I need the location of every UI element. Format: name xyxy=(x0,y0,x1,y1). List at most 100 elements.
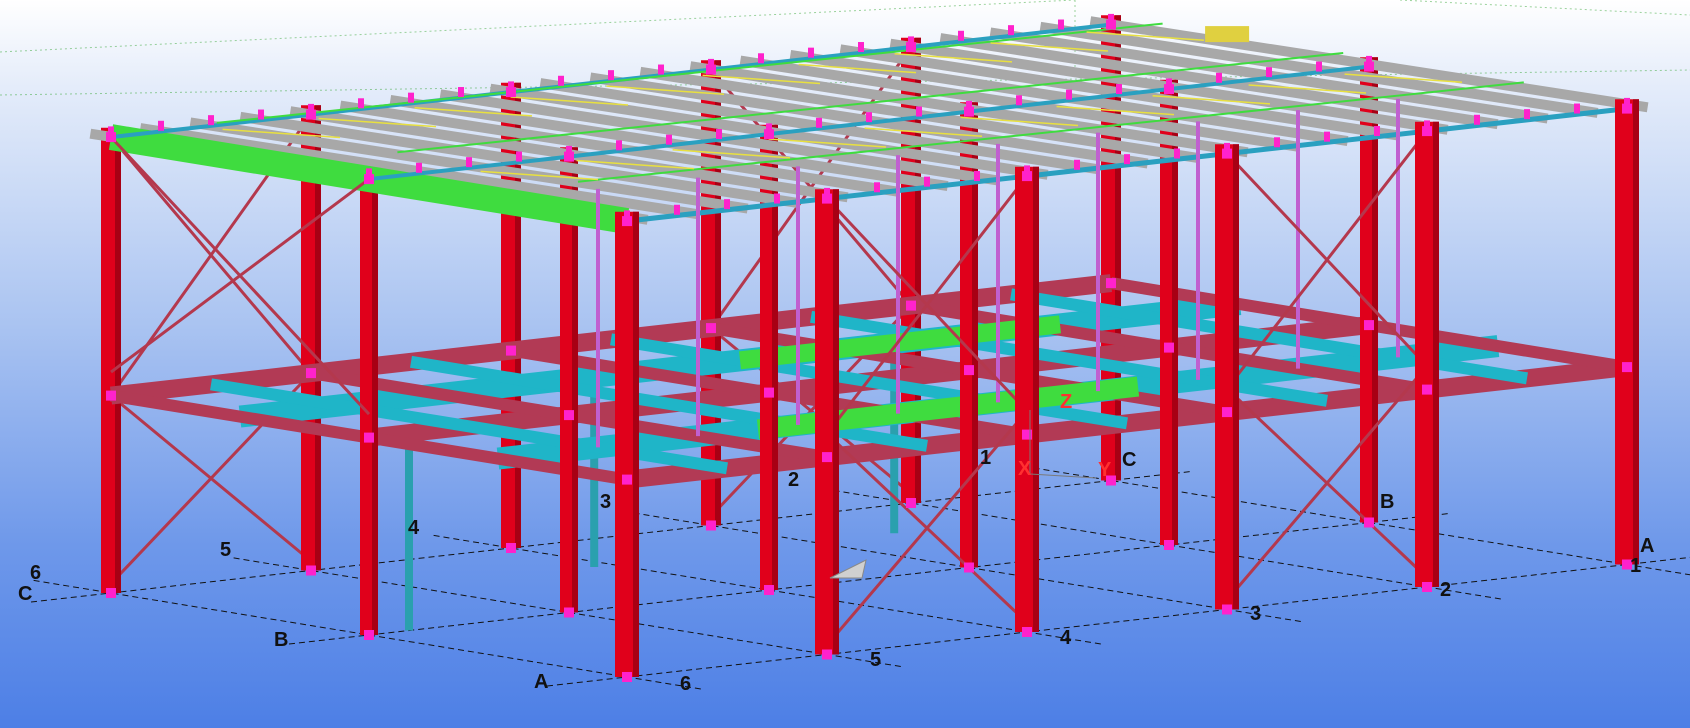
connection-plate xyxy=(106,588,116,598)
connection-plate xyxy=(1266,67,1272,78)
connection-plate xyxy=(1164,342,1174,353)
connection-plate xyxy=(1016,95,1022,106)
axis-label-z: Z xyxy=(1060,391,1072,413)
connection-plate xyxy=(516,151,522,162)
connection-plate xyxy=(158,120,164,131)
connection-plate xyxy=(1222,604,1232,615)
connection-plate xyxy=(706,323,716,334)
connection-plate xyxy=(758,53,764,64)
column-flange xyxy=(633,211,639,677)
connection-plate xyxy=(1216,72,1222,83)
connection-plate xyxy=(1324,131,1330,142)
connection-plate xyxy=(306,368,316,379)
connection-plate xyxy=(1024,165,1030,176)
brace xyxy=(1225,387,1429,579)
connection-plate xyxy=(674,204,680,215)
structural-3d-model[interactable]: C B A 6 5 4 3 2 1 C B A 6 5 4 3 2 1 X Y xyxy=(0,0,1690,728)
connection-plate xyxy=(666,134,672,145)
grid-label-col-3: 3 xyxy=(600,491,611,513)
connection-plate xyxy=(564,410,574,421)
connection-plate xyxy=(564,607,574,618)
connection-plate xyxy=(1364,320,1374,331)
connection-plate xyxy=(608,70,614,81)
connection-plate xyxy=(416,162,422,173)
connection-plate xyxy=(658,64,664,75)
column-flange xyxy=(1433,121,1439,587)
column-flange xyxy=(115,127,121,593)
brace xyxy=(825,432,1029,624)
grid-label-far-col-3: 3 xyxy=(1250,603,1261,625)
connection-plate xyxy=(808,47,814,58)
connection-plate xyxy=(566,145,572,156)
connection-plate xyxy=(708,58,714,69)
connection-plate xyxy=(724,199,730,210)
axis-label-x: X xyxy=(1018,458,1032,480)
grid-label-far-row-b: B xyxy=(1380,491,1394,513)
column-flange xyxy=(372,169,378,635)
connection-plate xyxy=(1364,517,1374,528)
connection-plate xyxy=(364,432,374,443)
grid-label-col-2: 2 xyxy=(788,469,799,491)
grid-label-row-b: B xyxy=(274,629,288,651)
connection-plate xyxy=(1524,109,1530,120)
connection-plate xyxy=(1474,114,1480,125)
connection-plate xyxy=(1222,407,1232,418)
connection-plate xyxy=(858,42,864,53)
connection-plate xyxy=(716,129,722,140)
grid-label-far-col-5: 5 xyxy=(870,649,881,671)
connection-plate xyxy=(364,630,374,640)
connection-plate xyxy=(624,210,630,221)
connection-plate xyxy=(1424,120,1430,131)
connection-plate xyxy=(1174,148,1180,159)
connection-plate xyxy=(408,92,414,103)
column-flange xyxy=(1233,144,1239,610)
grid-label-far-col-1: 1 xyxy=(1630,555,1641,577)
column-flange xyxy=(1633,99,1639,565)
connection-plate xyxy=(508,81,514,92)
connection-plate xyxy=(358,98,364,109)
connection-plate xyxy=(1022,627,1032,637)
connection-plate xyxy=(506,543,516,553)
connection-plate xyxy=(964,562,974,573)
connection-plate xyxy=(1124,154,1130,165)
grid-label-far-row-c: C xyxy=(1122,449,1136,471)
connection-plate xyxy=(1108,13,1114,24)
connection-plate xyxy=(1422,582,1432,592)
connection-plate xyxy=(558,75,564,86)
grid-label-col-5: 5 xyxy=(220,539,231,561)
connection-plate xyxy=(306,565,316,576)
connection-plate xyxy=(908,36,914,47)
axis-label-y: Y xyxy=(1098,459,1112,481)
grid-label-far-col-6: 6 xyxy=(680,673,691,695)
connection-plate xyxy=(906,300,916,311)
connection-plate xyxy=(774,193,780,204)
column-flange xyxy=(833,189,839,655)
connection-plate xyxy=(466,157,472,168)
connection-plate xyxy=(108,126,114,137)
connection-plate xyxy=(458,87,464,98)
connection-plate xyxy=(1274,137,1280,148)
connection-plate xyxy=(1624,97,1630,108)
connection-plate xyxy=(706,520,716,531)
connection-plate xyxy=(906,498,916,508)
grid-label-col-6: 6 xyxy=(30,562,41,584)
connection-plate xyxy=(1622,362,1632,373)
connection-plate xyxy=(822,452,832,463)
connection-plate xyxy=(1164,540,1174,550)
connection-plate xyxy=(866,112,872,123)
connection-plate xyxy=(208,115,214,126)
connection-plate xyxy=(764,585,774,595)
connection-plate xyxy=(1366,55,1372,66)
connection-plate xyxy=(616,140,622,151)
connection-plate xyxy=(1316,61,1322,72)
connection-plate xyxy=(1116,84,1122,95)
connection-plate xyxy=(874,182,880,193)
grid-line-row xyxy=(288,513,1450,645)
roof-plate xyxy=(1205,26,1250,43)
connection-plate xyxy=(622,474,632,485)
connection-plate xyxy=(1422,384,1432,395)
connection-plate xyxy=(964,365,974,376)
connection-plate xyxy=(916,106,922,117)
connection-plate xyxy=(1224,142,1230,153)
model-viewport[interactable]: C B A 6 5 4 3 2 1 C B A 6 5 4 3 2 1 X Y xyxy=(0,0,1690,728)
